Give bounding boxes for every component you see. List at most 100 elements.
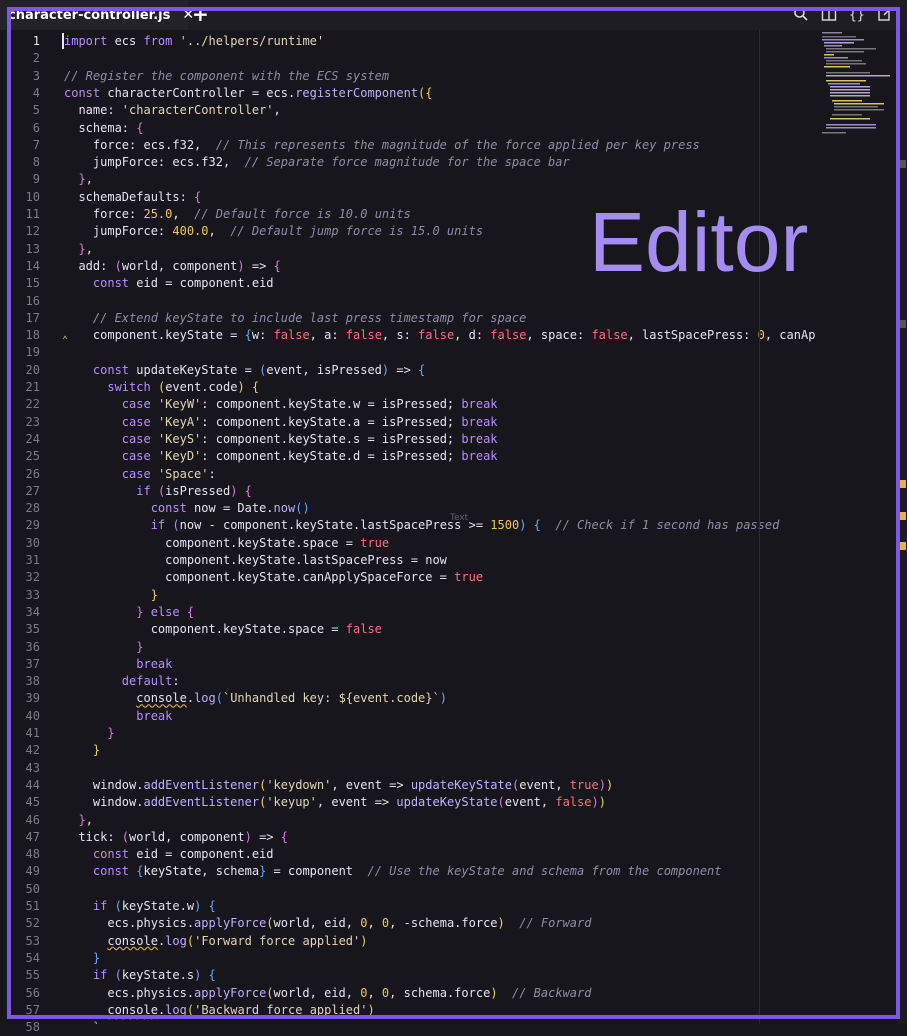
code-token: switch [107,380,151,394]
code-line[interactable]: tick: (world, component) => { [64,829,288,846]
code-token: `Unhandled key: ${event.code}` [222,691,440,706]
code-line[interactable]: }, [64,812,92,829]
code-token: eid = component.eid [129,847,274,862]
code-token: ( [114,258,122,273]
code-token: w: [251,328,274,343]
code-token: ecs [107,34,144,48]
tab-title[interactable]: character-controller.js [8,8,170,23]
code-line[interactable]: jumpForce: ecs.f32, // Separate force ma… [64,154,570,171]
code-line[interactable]: break [64,708,172,725]
code-line[interactable]: if (now - component.keyState.lastSpacePr… [64,517,780,534]
line-number: 7 [32,137,40,152]
code-line[interactable]: component.keyState.canApplySpaceForce = … [64,569,483,586]
code-line[interactable]: window.addEventListener('keydown', event… [64,777,613,794]
code-line[interactable]: // Extend keyState to include last press… [64,310,526,327]
code-line[interactable]: case 'KeyD': component.keyState.d = isPr… [64,448,498,465]
code-line[interactable]: } [64,639,143,656]
code-line[interactable]: default: [64,673,180,690]
code-line[interactable]: case 'KeyA': component.keyState.a = isPr… [64,414,498,431]
code-line[interactable]: const eid = component.eid [64,275,274,292]
code-line[interactable]: add: (world, component) => { [64,258,280,275]
code-line[interactable]: } [64,950,100,967]
code-line[interactable]: }, [64,241,92,258]
code-line[interactable]: schemaDefaults: { [64,189,201,206]
code-line[interactable]: }, [64,171,93,188]
code-line[interactable]: const characterController = ecs.register… [64,85,432,102]
code-line[interactable]: component.keyState.space = true [64,535,389,552]
code-area[interactable]: import ecs from '../helpers/runtime' // R… [64,32,816,1024]
code-line[interactable]: force: ecs.f32, // This represents the m… [64,137,700,154]
code-line[interactable]: } else { [64,604,194,621]
code-line[interactable]: // Register the component with the ECS s… [64,68,389,85]
code-line[interactable]: const updateKeyState = (event, isPressed… [64,362,425,379]
braces-icon[interactable]: {} [849,6,865,22]
code-token: false [591,328,628,343]
code-token: 'KeyW' [157,397,202,412]
code-line[interactable]: const {keyState, schema} = component // … [64,863,722,880]
code-line[interactable]: const eid = component.eid [64,846,274,863]
code-line[interactable]: const now = Date.now() [64,500,310,517]
code-line[interactable]: schema: { [64,120,143,137]
code-line[interactable]: console.log(`Unhandled key: ${event.code… [64,690,447,707]
code-line[interactable]: case 'KeyS': component.keyState.s = isPr… [64,431,498,448]
code-line[interactable]: component.keyState = {w: false, a: false… [64,327,816,344]
code-token: // Use the keyState and schema from the … [367,864,722,879]
open-external-icon[interactable] [877,6,893,22]
add-tab-button[interactable]: + [192,2,209,26]
code-line[interactable]: name: 'characterController', [64,102,280,119]
code-line[interactable]: if (keyState.s) { [64,967,216,984]
code-token: event, [504,795,556,810]
code-line[interactable]: switch (event.code) { [64,379,259,396]
code-line[interactable]: window.addEventListener ('keyup', event =… [64,794,606,811]
line-number: 57 [25,1002,40,1017]
code-line[interactable]: break [64,656,172,673]
code-token: else [150,604,180,619]
code-line[interactable]: force: 25.0, // Default force is 10.0 un… [64,206,411,223]
overview-marker [900,480,906,488]
line-number: 11 [25,207,40,221]
code-line[interactable]: ecs.physics.applyForce(world, eid, 0, 0,… [64,915,591,932]
code-token: , a: [309,328,346,343]
code-line[interactable]: } [64,1019,100,1024]
code-line[interactable]: import ecs from '../helpers/runtime' [64,33,324,50]
code-line[interactable]: ecs.physics.applyForce(world, eid, 0, 0,… [64,985,591,1002]
tab-character-controller[interactable]: character-controller.js ✕ [0,0,194,30]
code-line[interactable]: if (keyState.w) { [64,898,216,915]
code-line[interactable]: } [64,725,114,742]
code-token: , [85,172,93,187]
code-token: 'keyup' [266,795,317,810]
minimap[interactable] [818,30,892,140]
code-token: keyState.w [121,899,195,913]
code-token: false [273,328,310,343]
tab-bar: character-controller.js ✕ + {} [0,0,907,30]
code-line[interactable]: } [64,587,158,604]
split-editor-icon[interactable] [821,6,837,22]
code-line[interactable]: } [64,742,100,759]
code-line[interactable]: case 'Space': [64,466,216,483]
code-line[interactable]: console.log('Backward force applied') [64,1002,374,1019]
search-icon[interactable] [793,6,809,22]
code-line[interactable]: jumpForce: 400.0, // Default jump force … [64,223,483,240]
code-token: schema: [64,120,137,135]
scrollbar-track[interactable] [897,30,907,1024]
line-number: 3 [32,68,40,83]
code-token: const [92,847,130,862]
code-token: { [194,189,202,204]
code-line[interactable]: console.log('Forward force applied') [64,933,367,950]
code-line[interactable]: if (isPressed) { [64,483,252,500]
code-line[interactable]: component.keyState.lastSpacePress = now [64,552,447,569]
code-line[interactable]: component.keyState.space = false [64,621,382,638]
code-token: ( [172,518,180,533]
code-token: ecs.physics. [64,985,195,1000]
code-line[interactable]: case 'KeyW': component.keyState.w = isPr… [64,396,498,413]
code-token: { [280,829,288,844]
